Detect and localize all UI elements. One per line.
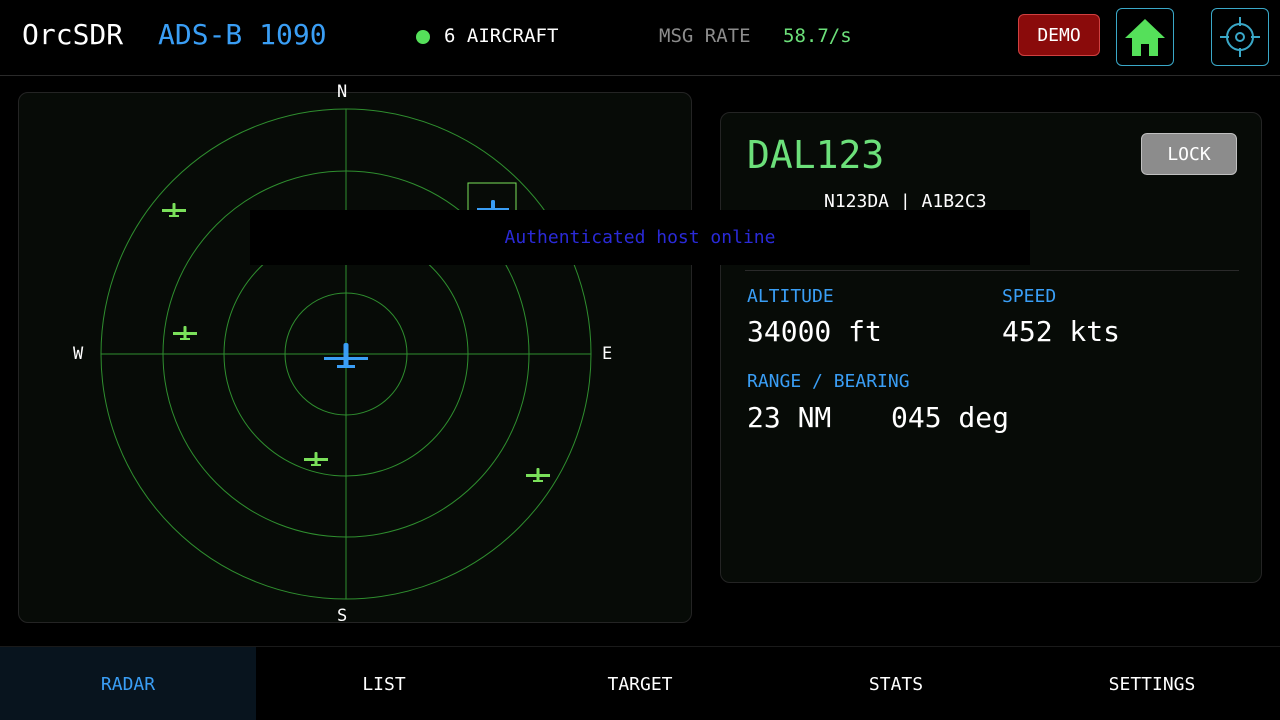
app-root: OrcSDR ADS-B 1090 6 AIRCRAFT MSG RATE 58… [0, 0, 1280, 720]
header-divider [0, 75, 1280, 76]
target-callsign: DAL123 [747, 133, 885, 177]
compass-south: S [337, 606, 348, 626]
radar-scope[interactable] [19, 93, 693, 624]
aircraft-icon[interactable] [526, 468, 550, 482]
tab-list[interactable]: LIST [256, 647, 512, 720]
mode-label: ADS-B 1090 [158, 18, 327, 51]
app-title: OrcSDR [22, 18, 124, 51]
demo-button[interactable]: DEMO [1018, 14, 1100, 56]
status-indicator-dot [416, 30, 430, 44]
altitude-label: ALTITUDE [747, 286, 834, 307]
altitude-value: 34000 ft [747, 315, 882, 348]
header-bar: OrcSDR ADS-B 1090 6 AIRCRAFT MSG RATE 58… [0, 0, 1280, 75]
speed-value: 452 kts [1002, 315, 1121, 348]
tab-settings[interactable]: SETTINGS [1024, 647, 1280, 720]
speed-label: SPEED [1002, 286, 1057, 307]
home-icon [1125, 19, 1165, 56]
aircraft-count: 6 AIRCRAFT [444, 25, 559, 47]
tab-radar[interactable]: RADAR [0, 647, 256, 720]
tab-target[interactable]: TARGET [512, 647, 768, 720]
target-detail-panel: DAL123 LOCK N123DA | A1B2C3 ALTITUDE 340… [720, 112, 1262, 583]
radar-panel[interactable] [18, 92, 692, 623]
compass-east: E [602, 344, 613, 364]
home-button[interactable] [1116, 8, 1174, 66]
registration-hex: N123DA | A1B2C3 [824, 191, 987, 212]
crosshair-icon [1220, 17, 1260, 57]
compass-west: W [73, 344, 84, 364]
bottom-nav: RADAR LIST TARGET STATS SETTINGS [0, 646, 1280, 720]
msg-rate-value: 58.7/s [783, 25, 852, 47]
aircraft-icon[interactable] [173, 326, 197, 340]
range-value: 23 NM [747, 401, 832, 434]
tab-stats[interactable]: STATS [768, 647, 1024, 720]
bearing-value: 045 deg [891, 401, 1010, 434]
msg-rate-label: MSG RATE [659, 25, 751, 47]
compass-north: N [337, 82, 348, 102]
range-bearing-label: RANGE / BEARING [747, 371, 910, 392]
toast-message: Authenticated host online [504, 227, 776, 248]
lock-button[interactable]: LOCK [1141, 133, 1237, 175]
status-toast: Authenticated host online [250, 210, 1030, 265]
aircraft-icon[interactable] [304, 452, 328, 466]
panel-divider [745, 270, 1239, 271]
aircraft-icon[interactable] [162, 203, 186, 217]
own-aircraft-icon [324, 343, 368, 368]
recenter-button[interactable] [1211, 8, 1269, 66]
